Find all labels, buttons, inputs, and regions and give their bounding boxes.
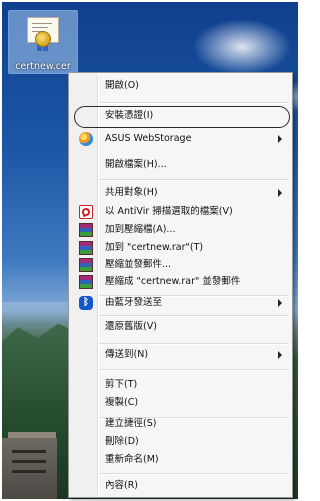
menu-item-open-with[interactable]: 開啟檔案(H)...	[71, 155, 290, 175]
menu-separator	[99, 369, 288, 371]
avira-antivir-icon	[79, 205, 93, 219]
winrar-icon	[79, 241, 93, 255]
menu-item-antivir-scan[interactable]: 以 AntiVir 掃描選取的檔案(V)	[71, 202, 290, 222]
submenu-arrow-icon	[278, 299, 282, 307]
winrar-icon	[79, 223, 93, 237]
menu-separator	[99, 473, 288, 475]
menu-item-copy[interactable]: 複製(C)	[71, 393, 290, 413]
menu-item-label: ASUS WebStorage	[105, 133, 192, 144]
menu-item-label: 刪除(D)	[105, 436, 139, 447]
submenu-arrow-icon	[278, 135, 282, 143]
menu-item-label: 以 AntiVir 掃描選取的檔案(V)	[105, 206, 233, 217]
menu-item-share-with[interactable]: 共用對象(H)	[71, 183, 290, 203]
menu-item-label: 共用對象(H)	[105, 187, 158, 198]
asus-webstorage-icon	[79, 132, 93, 146]
menu-separator	[99, 179, 288, 181]
menu-item-send-to[interactable]: 傳送到(N)	[71, 345, 290, 365]
bluetooth-icon	[79, 296, 93, 310]
certificate-seal-icon	[35, 31, 51, 47]
context-menu: 開啟(O) 安裝憑證(I) ASUS WebStorage 開啟檔案(H)...…	[68, 72, 293, 498]
winrar-icon	[79, 258, 93, 272]
menu-item-properties[interactable]: 內容(R)	[71, 476, 290, 496]
menu-item-label: 複製(C)	[105, 397, 139, 408]
menu-item-label: 壓縮並發郵件...	[105, 259, 172, 270]
desktop-file-label: certnew.cer	[15, 61, 71, 72]
submenu-arrow-icon	[278, 351, 282, 359]
submenu-arrow-icon	[278, 189, 282, 197]
menu-item-label: 加到 "certnew.rar"(T)	[105, 242, 204, 253]
menu-separator	[99, 102, 288, 104]
menu-item-cut[interactable]: 剪下(T)	[71, 375, 290, 395]
install-certificate-highlight-outline	[74, 106, 290, 128]
menu-item-asus-webstorage[interactable]: ASUS WebStorage	[71, 129, 290, 149]
menu-item-label: 開啟檔案(H)...	[105, 159, 167, 170]
building-scenery	[2, 432, 57, 499]
menu-item-open[interactable]: 開啟(O)	[71, 76, 290, 96]
menu-item-label: 開啟(O)	[105, 80, 139, 91]
menu-item-label: 加到壓縮檔(A)...	[105, 224, 176, 235]
menu-item-create-shortcut[interactable]: 建立捷徑(S)	[71, 414, 290, 434]
menu-item-restore-previous-versions[interactable]: 還原舊版(V)	[71, 317, 290, 337]
menu-item-rename[interactable]: 重新命名(M)	[71, 450, 290, 470]
menu-item-label: 由藍牙發送至	[105, 297, 163, 308]
menu-item-delete[interactable]: 刪除(D)	[71, 432, 290, 452]
desktop-file-certnew[interactable]: certnew.cer	[8, 10, 78, 74]
menu-item-label: 傳送到(N)	[105, 349, 149, 360]
menu-item-add-to-archive[interactable]: 加到壓縮檔(A)...	[71, 220, 290, 240]
menu-item-send-via-bluetooth[interactable]: 由藍牙發送至	[71, 293, 290, 313]
menu-item-label: 建立捷徑(S)	[105, 418, 157, 429]
menu-item-label: 內容(R)	[105, 480, 139, 491]
menu-item-label: 剪下(T)	[105, 379, 138, 390]
menu-item-label: 還原舊版(V)	[105, 321, 157, 332]
menu-item-compress-certnew-and-email[interactable]: 壓縮成 "certnew.rar" 並發郵件	[71, 272, 290, 292]
menu-item-label: 壓縮成 "certnew.rar" 並發郵件	[105, 276, 241, 287]
menu-item-label: 重新命名(M)	[105, 454, 159, 465]
winrar-icon	[79, 275, 93, 289]
